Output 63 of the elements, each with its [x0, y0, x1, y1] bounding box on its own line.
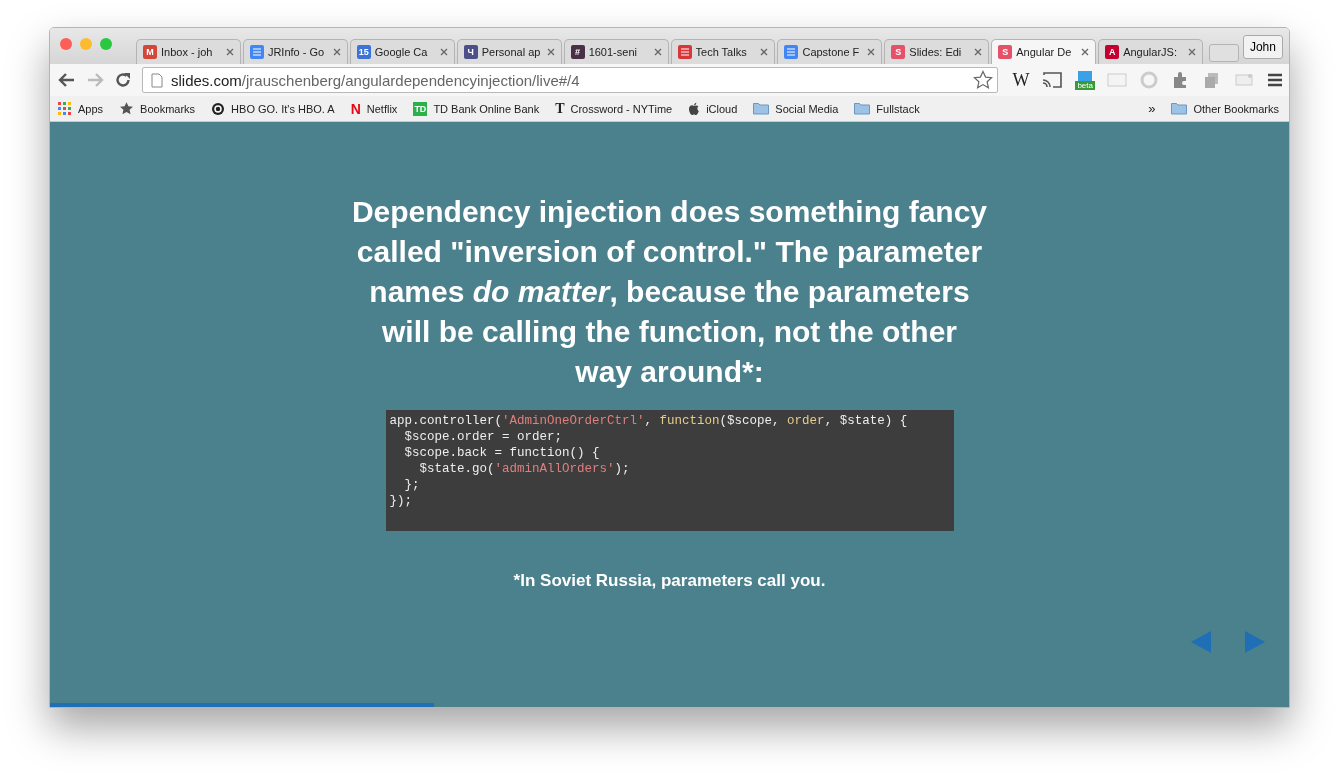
browser-tab[interactable]: Tech Talks [670, 39, 776, 64]
netflix-icon: N [350, 100, 361, 117]
favicon-icon: S [998, 45, 1013, 59]
code-block: app.controller('AdminOneOrderCtrl', function($scope, order, $state) { $scope.order = order; $scope.back = function() { $state.go('adminAllOrders'); }; }); [385, 410, 954, 531]
browser-tab[interactable]: Capstone F [777, 39, 883, 64]
browser-tab[interactable]: S Slides: Edi [884, 39, 990, 64]
star-icon [119, 101, 135, 116]
folder-icon [753, 102, 770, 115]
bookmark-item[interactable]: iCloud [688, 101, 738, 116]
bookmark-star-icon[interactable] [973, 70, 994, 90]
favicon-icon: M [143, 45, 157, 59]
favicon-icon: S [891, 45, 906, 59]
browser-tab[interactable]: Ч Personal ap [456, 39, 562, 64]
apple-icon [688, 101, 701, 116]
circle-icon [211, 101, 226, 116]
menu-icon[interactable] [1267, 72, 1283, 88]
td-icon: TD [413, 101, 428, 116]
browser-tab[interactable]: M Inbox - joh [136, 39, 241, 64]
more-bookmarks-button[interactable]: » [1148, 101, 1156, 116]
browser-tab[interactable]: S Angular De [991, 39, 1097, 64]
bookmark-item[interactable]: Apps [58, 101, 104, 116]
slide-heading: Dependency injection does something fancy called "inversion of control." The parameter names do matter, because the parameters will be calling the function, not the other way around*: [350, 194, 989, 390]
beta-extension-button[interactable]: beta [1075, 70, 1095, 90]
close-icon[interactable] [1081, 48, 1090, 56]
close-icon[interactable] [225, 48, 234, 56]
back-icon[interactable] [58, 72, 76, 88]
bookmark-item[interactable]: Social Media [753, 102, 839, 115]
close-icon[interactable] [867, 48, 876, 56]
close-icon[interactable] [546, 48, 555, 56]
bookmark-item[interactable]: T Crossword - NYTime [555, 100, 673, 117]
favicon-icon: # [570, 45, 585, 59]
folder-icon [1171, 102, 1188, 115]
favicon-icon: Ч [463, 45, 478, 59]
profile-button[interactable]: John [1242, 35, 1283, 59]
close-icon[interactable] [332, 48, 341, 56]
close-icon[interactable] [653, 48, 662, 56]
favicon-icon: A [1105, 45, 1120, 59]
browser-tab[interactable]: # 1601-seni [563, 39, 669, 64]
footnote: *In Soviet Russia, parameters call you. [513, 571, 826, 591]
close-icon[interactable] [439, 48, 448, 56]
close-icon[interactable] [760, 48, 769, 56]
cast-icon[interactable] [1041, 71, 1064, 89]
bookmark-item[interactable]: N Netflix [350, 100, 398, 117]
reload-icon[interactable] [114, 71, 132, 89]
close-icon[interactable] [1188, 48, 1197, 56]
close-icon[interactable] [974, 48, 983, 56]
address-bar[interactable]: slides.com/jrauschenberg/angulardependencyinjection/live#/4 [142, 67, 999, 93]
page-icon [151, 72, 163, 88]
apps-grid-icon [58, 101, 72, 116]
bookmark-item[interactable]: Fullstack [854, 102, 920, 115]
copy-icon[interactable] [1203, 71, 1221, 89]
favicon-icon: 15 [356, 45, 371, 59]
browser-tab[interactable]: A AngularJS: [1098, 39, 1204, 64]
bookmark-item[interactable]: HBO GO. It's HBO. A [211, 101, 335, 116]
browser-tab[interactable]: 15 Google Ca [349, 39, 455, 64]
wikipedia-extension-button[interactable]: W [1012, 69, 1030, 91]
browser-tab[interactable]: JRInfo - Go [242, 39, 348, 64]
other-bookmarks-item[interactable]: Other Bookmarks [1171, 102, 1279, 115]
bookmark-item[interactable]: Bookmarks [119, 101, 196, 116]
folder-icon [854, 102, 871, 115]
nyt-icon: T [555, 100, 565, 117]
bookmark-item[interactable]: TD TD Bank Online Bank [413, 101, 540, 116]
close-window-button[interactable] [60, 38, 72, 50]
